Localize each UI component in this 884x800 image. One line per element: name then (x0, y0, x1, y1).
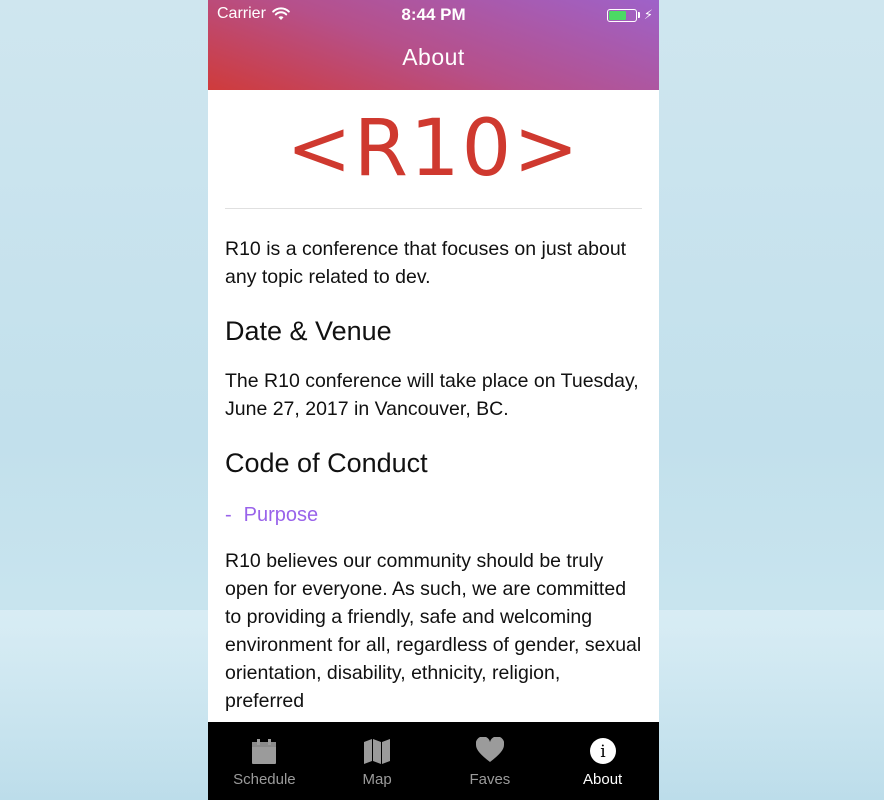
svg-text:i: i (600, 742, 606, 762)
map-icon (364, 739, 391, 764)
tab-map[interactable]: Map (321, 722, 434, 800)
purpose-dash: - (225, 504, 232, 526)
tab-about-label: About (583, 771, 623, 788)
page-title: About (402, 44, 465, 70)
date-venue-heading: Date & Venue (225, 316, 392, 346)
battery-indicator: ⚡ (606, 7, 653, 23)
status-bar: Carrier 8:44 PM ⚡ (208, 0, 659, 28)
heart-icon (475, 737, 504, 762)
date-venue-paragraph: The R10 conference will take place on Tu… (225, 370, 639, 420)
tab-schedule[interactable]: Schedule (208, 722, 321, 800)
calendar-icon (252, 739, 277, 764)
tab-faves-label: Faves (469, 771, 511, 788)
tab-faves[interactable]: Faves (434, 722, 547, 800)
tab-bar: Schedule Map Faves i About (208, 722, 659, 800)
tab-map-label: Map (362, 771, 392, 788)
code-of-conduct-heading: Code of Conduct (225, 448, 428, 478)
tab-about[interactable]: i About (546, 722, 659, 800)
charging-bolt-icon: ⚡ (643, 7, 653, 22)
battery-level-fill (608, 10, 626, 20)
about-content[interactable]: <R10> R10 is a conference that focuses o… (225, 90, 642, 722)
purpose-toggle[interactable]: - Purpose (225, 501, 642, 529)
status-time: 8:44 PM (401, 5, 466, 24)
navigation-header: Carrier 8:44 PM ⚡ About (208, 0, 659, 90)
info-icon: i (589, 738, 616, 764)
logo-text: <R10> (286, 104, 581, 194)
purpose-paragraph: R10 believes our community should be tru… (225, 550, 642, 712)
battery-nub (637, 12, 640, 18)
intro-paragraph: R10 is a conference that focuses on just… (225, 238, 627, 288)
battery-icon (606, 8, 637, 22)
phone-screen: Carrier 8:44 PM ⚡ About <R10> R10 is a c (208, 0, 659, 800)
r10-logo: <R10> (225, 90, 642, 209)
tab-schedule-label: Schedule (233, 771, 296, 788)
purpose-label: Purpose (243, 504, 319, 526)
